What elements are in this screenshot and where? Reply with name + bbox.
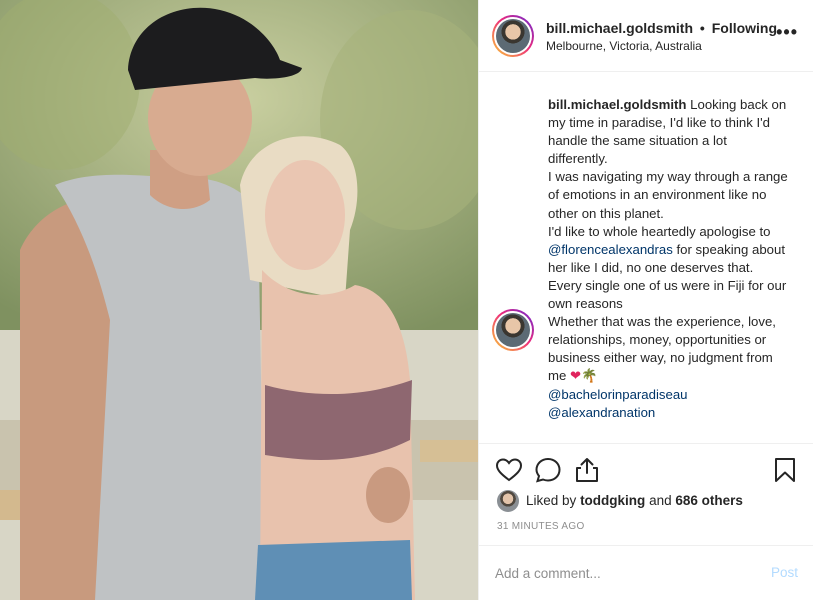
share-icon[interactable] [573,456,601,484]
palm-tree-emoji-icon: 🌴 [581,368,598,384]
post-caption: bill.michael.goldsmith Looking back on m… [548,96,788,422]
heart-emoji-icon: ❤ [570,368,582,384]
mention-alexandranation[interactable]: @alexandranation [548,404,788,422]
post-header: bill.michael.goldsmith • Following Melbo… [479,0,813,72]
author-line: bill.michael.goldsmith • Following [546,20,777,36]
likes-others-count[interactable]: 686 others [675,493,743,508]
likes-summary: Liked by toddgking and 686 others [479,488,813,514]
likes-and-label: and [649,493,672,508]
mention-bachelorinparadiseau[interactable]: @bachelorinparadiseau [548,386,788,404]
caption-line-5: Whether that was the experience, love, r… [548,313,788,385]
author-username[interactable]: bill.michael.goldsmith [546,20,693,36]
caption-apology-text: I'd like to whole heartedly apologise to [548,223,771,239]
liker-avatar[interactable] [497,490,519,512]
heart-icon[interactable] [495,456,523,484]
post-comment-button[interactable]: Post [771,565,798,580]
liked-by-label: Liked by [526,493,577,508]
post-photo[interactable] [0,0,478,600]
liker-username[interactable]: toddgking [580,493,645,508]
comment-icon[interactable] [534,456,562,484]
photo-illustration [0,0,478,600]
caption-line-3: I'd like to whole heartedly apologise to… [548,223,788,277]
following-button[interactable]: Following [712,20,777,36]
more-options-icon[interactable]: ••• [776,22,798,43]
caption-username[interactable]: bill.michael.goldsmith [548,97,687,112]
comments-area[interactable]: bill.michael.goldsmith Looking back on m… [479,73,813,443]
add-comment-bar: Post [479,545,813,600]
author-avatar[interactable] [492,15,534,57]
post-details-panel: bill.michael.goldsmith • Following Melbo… [478,0,813,600]
caption-line-4: Every single one of us were in Fiji for … [548,277,787,312]
likes-text: Liked by toddgking and 686 others [526,493,743,508]
comment-input[interactable] [495,563,755,583]
post-timestamp[interactable]: 31 MINUTES AGO [497,521,585,532]
post-location[interactable]: Melbourne, Victoria, Australia [546,39,702,53]
bookmark-icon[interactable] [771,456,799,484]
caption-author-avatar[interactable] [492,309,534,351]
mention-florencealexandras[interactable]: @florencealexandras [548,242,673,257]
caption-line-2: I was navigating my way through a range … [548,169,788,221]
separator-dot: • [699,20,705,36]
